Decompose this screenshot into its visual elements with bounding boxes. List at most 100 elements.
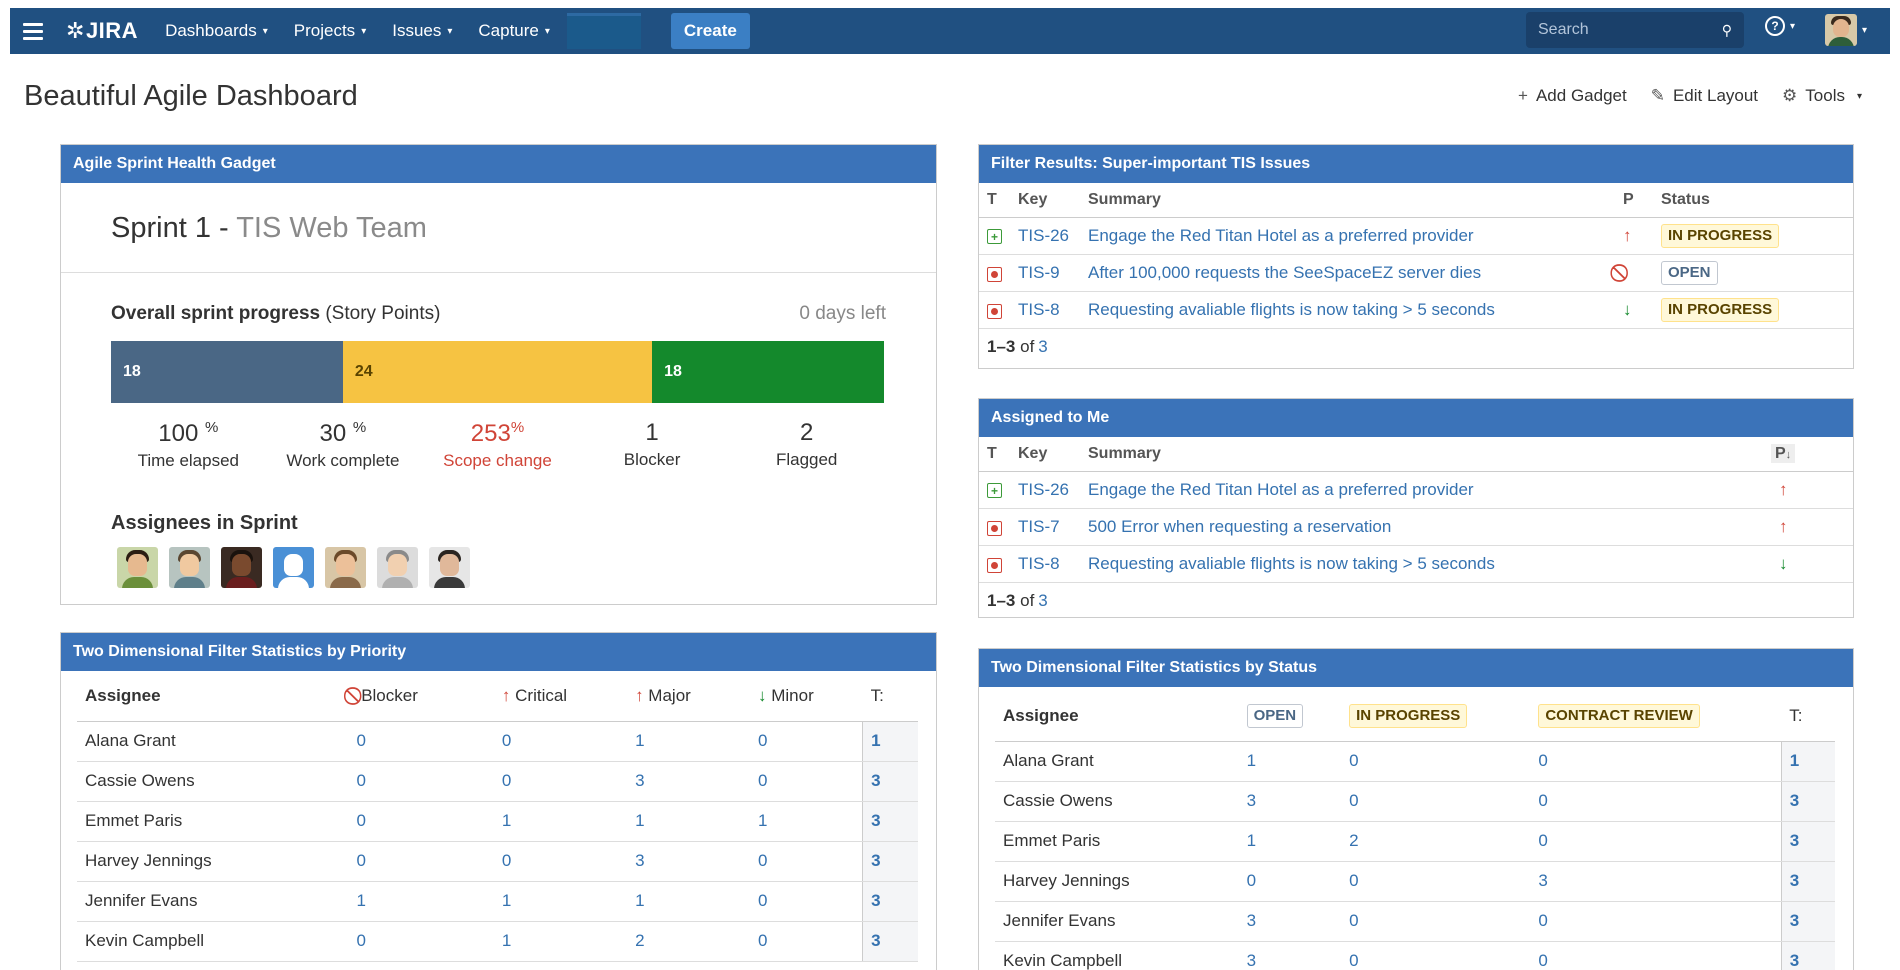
- results-total-link[interactable]: 3: [1038, 337, 1047, 357]
- issue-summary-link[interactable]: Engage the Red Titan Hotel as a preferre…: [1080, 471, 1763, 509]
- nav-blank-item[interactable]: [566, 13, 641, 49]
- stat-link[interactable]: 0: [493, 841, 628, 882]
- table-row[interactable]: TIS-7 500 Error when requesting a reserv…: [979, 508, 1853, 546]
- total-link[interactable]: 3: [862, 801, 918, 842]
- stat-link[interactable]: 0: [1341, 901, 1531, 942]
- stat-link[interactable]: 0: [348, 801, 494, 842]
- stat-link[interactable]: 0: [348, 761, 494, 802]
- issue-key-link[interactable]: TIS-8: [1010, 545, 1080, 583]
- stat-link[interactable]: 3: [627, 841, 750, 882]
- nav-menu-projects[interactable]: Projects ▾: [281, 8, 379, 54]
- gadget-header[interactable]: Agile Sprint Health Gadget: [61, 145, 936, 183]
- assignee-avatar[interactable]: [117, 547, 158, 588]
- stat-link[interactable]: 0: [1530, 741, 1782, 782]
- help-menu[interactable]: ? ▾: [1765, 16, 1795, 36]
- stat-link[interactable]: 3: [1530, 861, 1782, 902]
- nav-menu-issues[interactable]: Issues ▾: [379, 8, 465, 54]
- stat-link[interactable]: 1: [627, 801, 750, 842]
- stat-link[interactable]: 3: [1238, 901, 1342, 942]
- gadget-header[interactable]: Two Dimensional Filter Statistics by Pri…: [61, 633, 936, 671]
- total-link[interactable]: 3: [862, 761, 918, 802]
- stat-link[interactable]: 3: [1238, 941, 1342, 970]
- total-link[interactable]: 3: [1780, 861, 1835, 902]
- stat-link[interactable]: 0: [348, 841, 494, 882]
- stat-link[interactable]: 1: [493, 921, 628, 962]
- stat-link[interactable]: 1: [627, 721, 750, 762]
- column-header-type[interactable]: T: [979, 183, 1010, 218]
- issue-summary-link[interactable]: Requesting avaliable flights is now taki…: [1080, 291, 1615, 329]
- stat-link[interactable]: 0: [749, 881, 863, 922]
- stat-link[interactable]: 2: [627, 921, 750, 962]
- edit-layout-button[interactable]: ✎ Edit Layout: [1651, 86, 1758, 106]
- column-header-summary[interactable]: Summary: [1080, 437, 1763, 472]
- stat-link[interactable]: 0: [749, 761, 863, 802]
- total-link[interactable]: 3: [862, 881, 918, 922]
- table-row[interactable]: + TIS-26 Engage the Red Titan Hotel as a…: [979, 217, 1853, 255]
- issue-summary-link[interactable]: 500 Error when requesting a reservation: [1080, 508, 1763, 546]
- jira-logo[interactable]: ✲ JIRA: [66, 18, 138, 44]
- stat-link[interactable]: 1: [1238, 741, 1342, 782]
- search-icon[interactable]: ⚲: [1722, 22, 1732, 39]
- table-row[interactable]: TIS-8 Requesting avaliable flights is no…: [979, 545, 1853, 583]
- gadget-header[interactable]: Two Dimensional Filter Statistics by Sta…: [979, 649, 1853, 687]
- stat-link[interactable]: 0: [493, 761, 628, 802]
- stat-link[interactable]: 0: [1238, 861, 1342, 902]
- gadget-header[interactable]: Assigned to Me: [979, 399, 1853, 437]
- assignee-avatar[interactable]: [377, 547, 418, 588]
- nav-menu-dashboards[interactable]: Dashboards ▾: [152, 8, 281, 54]
- column-header-priority[interactable]: P↓: [1763, 437, 1853, 472]
- add-gadget-button[interactable]: + Add Gadget: [1518, 86, 1627, 106]
- column-header-type[interactable]: T: [979, 437, 1010, 472]
- column-header-status[interactable]: Status: [1653, 183, 1853, 218]
- issue-summary-link[interactable]: After 100,000 requests the SeeSpaceEZ se…: [1080, 254, 1615, 292]
- total-link[interactable]: 3: [1780, 901, 1835, 942]
- stat-link[interactable]: 0: [1341, 741, 1531, 782]
- issue-key-link[interactable]: TIS-26: [1010, 471, 1080, 509]
- total-link[interactable]: 3: [862, 841, 918, 882]
- assignee-avatar[interactable]: [221, 547, 262, 588]
- tools-menu-button[interactable]: ⚙ Tools ▾: [1782, 86, 1862, 106]
- total-link[interactable]: 1: [862, 721, 918, 762]
- stat-link[interactable]: 1: [749, 801, 863, 842]
- issue-key-link[interactable]: TIS-8: [1010, 291, 1080, 329]
- stat-link[interactable]: 0: [1341, 941, 1531, 970]
- assignee-avatar[interactable]: [325, 547, 366, 588]
- stat-link[interactable]: 0: [1341, 861, 1531, 902]
- stat-link[interactable]: 2: [1341, 821, 1531, 862]
- issue-key-link[interactable]: TIS-7: [1010, 508, 1080, 546]
- assignee-avatar[interactable]: [429, 547, 470, 588]
- table-row[interactable]: + TIS-26 Engage the Red Titan Hotel as a…: [979, 471, 1853, 509]
- stat-link[interactable]: 0: [1530, 781, 1782, 822]
- total-link[interactable]: 1: [1780, 741, 1835, 782]
- total-link[interactable]: 3: [1780, 781, 1835, 822]
- assignee-avatar[interactable]: [169, 547, 210, 588]
- total-link[interactable]: 3: [1780, 821, 1835, 862]
- issue-key-link[interactable]: TIS-26: [1010, 217, 1080, 255]
- total-link[interactable]: 3: [1780, 941, 1835, 970]
- user-profile-menu[interactable]: ▾: [1825, 14, 1867, 46]
- stat-link[interactable]: 0: [348, 721, 494, 762]
- progress-segment-todo[interactable]: 18: [111, 341, 343, 403]
- nav-menu-capture[interactable]: Capture ▾: [465, 8, 563, 54]
- stat-link[interactable]: 3: [627, 761, 750, 802]
- stat-link[interactable]: 0: [1530, 821, 1782, 862]
- stat-link[interactable]: 3: [1238, 781, 1342, 822]
- stat-link[interactable]: 1: [1238, 821, 1342, 862]
- gadget-header[interactable]: Filter Results: Super-important TIS Issu…: [979, 145, 1853, 183]
- stat-link[interactable]: 0: [749, 921, 863, 962]
- create-button[interactable]: Create: [670, 13, 750, 49]
- search-input[interactable]: Search ⚲: [1526, 12, 1744, 48]
- progress-segment-done[interactable]: 18: [652, 341, 884, 403]
- table-row[interactable]: TIS-8 Requesting avaliable flights is no…: [979, 291, 1853, 329]
- stat-link[interactable]: 1: [493, 801, 628, 842]
- issue-key-link[interactable]: TIS-9: [1010, 254, 1080, 292]
- results-total-link[interactable]: 3: [1038, 591, 1047, 611]
- stat-link[interactable]: 0: [749, 841, 863, 882]
- column-header-priority[interactable]: P: [1615, 183, 1653, 218]
- assignee-avatar-placeholder[interactable]: [273, 547, 314, 588]
- column-header-summary[interactable]: Summary: [1080, 183, 1615, 218]
- stat-link[interactable]: 0: [749, 721, 863, 762]
- table-row[interactable]: TIS-9 After 100,000 requests the SeeSpac…: [979, 254, 1853, 292]
- stat-link[interactable]: 1: [348, 881, 494, 922]
- issue-summary-link[interactable]: Engage the Red Titan Hotel as a preferre…: [1080, 217, 1615, 255]
